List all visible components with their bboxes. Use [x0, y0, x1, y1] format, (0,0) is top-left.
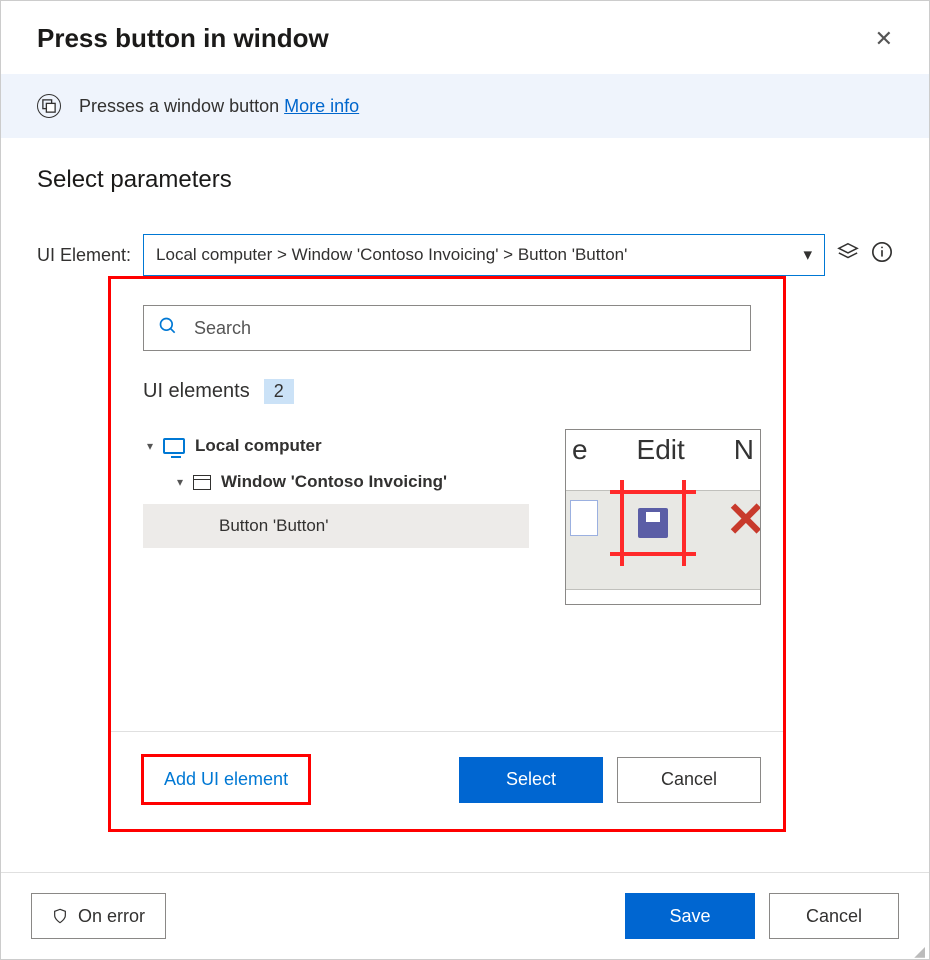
action-icon: [37, 94, 61, 118]
elements-section-header: UI elements 2: [143, 379, 751, 404]
close-icon[interactable]: ✕: [875, 28, 893, 50]
on-error-label: On error: [78, 906, 145, 927]
tree-label: Local computer: [195, 436, 322, 456]
more-info-link[interactable]: More info: [284, 96, 359, 116]
monitor-icon: [163, 438, 185, 454]
elements-section-title: UI elements: [143, 380, 250, 403]
search-input[interactable]: [192, 317, 736, 340]
dialog: Press button in window ✕ Presses a windo…: [0, 0, 930, 960]
document-icon: [570, 500, 598, 536]
chevron-down-icon: ▾: [147, 439, 153, 453]
info-icon[interactable]: [871, 241, 893, 269]
add-ui-element-button[interactable]: Add UI element: [141, 754, 311, 805]
select-button[interactable]: Select: [459, 757, 603, 803]
ui-element-value: Local computer > Window 'Contoso Invoici…: [156, 245, 627, 265]
delete-x-icon: ✕: [726, 492, 761, 548]
element-thumbnail: e Edit N ✕: [565, 429, 761, 605]
resize-grip-icon[interactable]: ◢: [914, 947, 925, 955]
chevron-down-icon: ▾: [177, 475, 183, 489]
ui-element-select[interactable]: Local computer > Window 'Contoso Invoici…: [143, 234, 825, 276]
info-bar: Presses a window button More info: [1, 74, 929, 138]
info-text-row: Presses a window button More info: [79, 96, 359, 117]
ui-element-picker: UI elements 2 ▾ Local computer ▾ Window …: [111, 279, 783, 829]
info-description: Presses a window button: [79, 96, 279, 116]
save-button[interactable]: Save: [625, 893, 755, 939]
dialog-footer: On error Save Cancel: [1, 872, 929, 959]
tree-label: Window 'Contoso Invoicing': [221, 472, 447, 492]
parameters-heading: Select parameters: [37, 166, 893, 194]
tree-node-button[interactable]: Button 'Button': [143, 504, 529, 548]
dialog-header: Press button in window ✕: [1, 1, 929, 74]
ui-element-label: UI Element:: [37, 245, 131, 266]
layers-icon[interactable]: [837, 241, 859, 269]
chevron-down-icon: ▾: [803, 245, 812, 265]
picker-footer: Add UI element Select Cancel: [111, 732, 783, 829]
thumb-text-right: N: [734, 434, 754, 466]
parameters-section: Select parameters: [1, 138, 929, 194]
ui-element-field: UI Element: Local computer > Window 'Con…: [1, 234, 929, 276]
search-box[interactable]: [143, 305, 751, 351]
search-icon: [158, 316, 178, 341]
picker-cancel-button[interactable]: Cancel: [617, 757, 761, 803]
shield-icon: [52, 906, 68, 926]
elements-count-badge: 2: [264, 379, 294, 404]
window-icon: [193, 475, 211, 490]
cancel-button[interactable]: Cancel: [769, 893, 899, 939]
tree-label: Button 'Button': [219, 516, 329, 536]
dialog-title: Press button in window: [37, 23, 329, 54]
save-disk-icon: [638, 508, 668, 538]
target-highlight-icon: [610, 480, 696, 566]
on-error-button[interactable]: On error: [31, 893, 166, 939]
thumb-text-left: e: [572, 434, 588, 466]
thumb-text-center: Edit: [637, 434, 685, 466]
